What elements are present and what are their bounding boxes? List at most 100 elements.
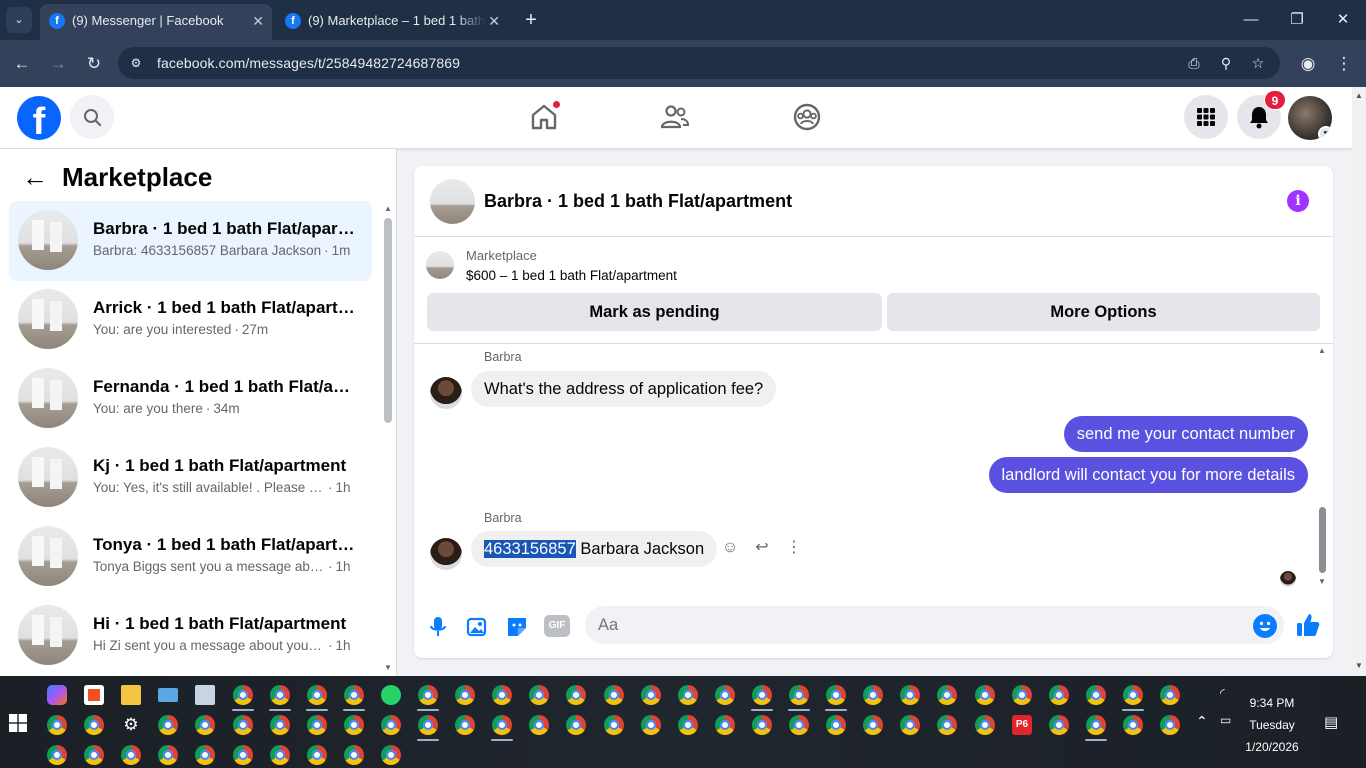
url-text[interactable]: facebook.com/messages/t/2584948272468786… bbox=[157, 47, 460, 79]
chrome-icon[interactable] bbox=[826, 715, 846, 735]
chrome-icon[interactable] bbox=[270, 745, 290, 765]
chrome-icon[interactable] bbox=[1086, 715, 1106, 735]
friends-icon[interactable] bbox=[659, 101, 691, 133]
chrome-icon[interactable] bbox=[47, 715, 67, 735]
whatsapp-icon[interactable] bbox=[381, 685, 401, 705]
new-tab-button[interactable]: + bbox=[520, 6, 542, 34]
back-arrow-icon[interactable]: ← bbox=[10, 52, 34, 76]
react-smiley-icon[interactable]: ☺ bbox=[719, 537, 741, 559]
chrome-icon[interactable] bbox=[863, 685, 883, 705]
browser-menu-icon[interactable]: ⋮ bbox=[1332, 52, 1356, 76]
chrome-icon[interactable] bbox=[715, 715, 735, 735]
notification-center-icon[interactable]: ▤ bbox=[1324, 713, 1338, 731]
chrome-icon[interactable] bbox=[678, 715, 698, 735]
chrome-icon[interactable] bbox=[270, 715, 290, 735]
account-avatar[interactable]: ▼ bbox=[1288, 96, 1332, 140]
tab-marketplace[interactable]: f (9) Marketplace – 1 bed 1 bath ✕ bbox=[276, 4, 508, 40]
incoming-message[interactable]: What's the address of application fee? bbox=[471, 371, 777, 407]
chrome-icon[interactable] bbox=[789, 715, 809, 735]
back-arrow-icon[interactable]: ← bbox=[22, 164, 48, 190]
conversation-item[interactable]: Kj · 1 bed 1 bath Flat/apartment You: Ye… bbox=[9, 438, 372, 518]
chrome-icon[interactable] bbox=[418, 685, 438, 705]
chrome-icon[interactable] bbox=[1049, 715, 1069, 735]
facebook-logo[interactable]: f bbox=[17, 96, 61, 140]
chrome-icon[interactable] bbox=[529, 715, 549, 735]
system-clock[interactable]: 9:34 PM Tuesday 1/20/2026 bbox=[1240, 692, 1304, 758]
chrome-icon[interactable] bbox=[121, 745, 141, 765]
chrome-icon[interactable] bbox=[1123, 715, 1143, 735]
scrollbar-thumb[interactable] bbox=[384, 218, 392, 423]
more-vertical-icon[interactable]: ⋮ bbox=[783, 537, 805, 559]
chrome-icon[interactable] bbox=[307, 685, 327, 705]
conversation-item[interactable]: Arrick · 1 bed 1 bath Flat/apartment You… bbox=[9, 280, 372, 360]
chrome-icon[interactable] bbox=[529, 685, 549, 705]
site-settings-icon[interactable]: ⚙ bbox=[128, 55, 144, 71]
chrome-icon[interactable] bbox=[1086, 685, 1106, 705]
conversation-item[interactable]: Hi · 1 bed 1 bath Flat/apartment Hi Zi s… bbox=[9, 596, 372, 676]
store-icon[interactable] bbox=[84, 685, 104, 705]
listing-thumbnail[interactable] bbox=[430, 179, 475, 224]
chrome-icon[interactable] bbox=[1160, 685, 1180, 705]
chrome-icon[interactable] bbox=[900, 715, 920, 735]
tab-close-icon[interactable]: ✕ bbox=[488, 4, 500, 38]
chrome-icon[interactable] bbox=[381, 745, 401, 765]
chrome-icon[interactable] bbox=[975, 715, 995, 735]
profile-icon[interactable]: ◉ bbox=[1296, 52, 1320, 76]
windows-start-icon[interactable] bbox=[9, 714, 27, 732]
forward-arrow-icon[interactable]: → bbox=[46, 52, 70, 76]
chrome-icon[interactable] bbox=[158, 715, 178, 735]
chrome-icon[interactable] bbox=[84, 715, 104, 735]
tab-search-chevron-icon[interactable]: ⌄ bbox=[6, 7, 32, 33]
zoom-icon[interactable]: ⚲ bbox=[1216, 53, 1236, 73]
chrome-icon[interactable] bbox=[789, 685, 809, 705]
chrome-icon[interactable] bbox=[1049, 685, 1069, 705]
listing-title[interactable]: $600 – 1 bed 1 bath Flat/apartment bbox=[466, 268, 677, 283]
incoming-message[interactable]: 4633156857 Barbara Jackson bbox=[471, 531, 718, 567]
photo-icon[interactable] bbox=[464, 614, 490, 640]
chrome-icon[interactable] bbox=[307, 715, 327, 735]
install-app-icon[interactable]: ⎙ bbox=[1184, 53, 1204, 73]
outgoing-message[interactable]: send me your contact number bbox=[1063, 416, 1308, 452]
tab-close-icon[interactable]: ✕ bbox=[252, 4, 264, 38]
thumbs-up-icon[interactable] bbox=[1294, 611, 1322, 639]
chrome-icon[interactable] bbox=[752, 685, 772, 705]
chrome-icon[interactable] bbox=[715, 685, 735, 705]
more-options-button[interactable]: More Options bbox=[887, 293, 1320, 331]
chrome-icon[interactable] bbox=[233, 715, 253, 735]
chrome-icon[interactable] bbox=[566, 685, 586, 705]
reload-icon[interactable]: ↻ bbox=[82, 52, 106, 76]
conversation-item[interactable]: Fernanda · 1 bed 1 bath Flat/apartment Y… bbox=[9, 359, 372, 439]
chrome-icon[interactable] bbox=[641, 685, 661, 705]
close-window-button[interactable]: ✕ bbox=[1329, 8, 1357, 32]
chrome-icon[interactable] bbox=[604, 685, 624, 705]
chrome-icon[interactable] bbox=[863, 715, 883, 735]
chrome-icon[interactable] bbox=[1160, 715, 1180, 735]
scroll-up-icon[interactable]: ▲ bbox=[383, 204, 393, 213]
conversation-item[interactable]: Barbra · 1 bed 1 bath Flat/apartment Bar… bbox=[9, 201, 372, 281]
chrome-icon[interactable] bbox=[937, 715, 957, 735]
scroll-down-icon[interactable]: ▼ bbox=[1318, 577, 1326, 586]
chrome-icon[interactable] bbox=[826, 685, 846, 705]
p6-app-icon[interactable]: P6 bbox=[1012, 715, 1032, 735]
chrome-icon[interactable] bbox=[270, 685, 290, 705]
chrome-icon[interactable] bbox=[47, 745, 67, 765]
chrome-icon[interactable] bbox=[344, 745, 364, 765]
sender-avatar[interactable] bbox=[430, 538, 462, 570]
keyboard-icon[interactable] bbox=[158, 688, 178, 702]
maximize-button[interactable]: ❐ bbox=[1283, 8, 1311, 32]
menu-button[interactable] bbox=[1184, 95, 1228, 139]
scroll-down-icon[interactable]: ▼ bbox=[1355, 661, 1363, 670]
chrome-icon[interactable] bbox=[233, 685, 253, 705]
reply-arrow-icon[interactable]: ↩ bbox=[751, 537, 773, 559]
bookmark-star-icon[interactable]: ☆ bbox=[1248, 53, 1268, 73]
chrome-icon[interactable] bbox=[344, 715, 364, 735]
chrome-icon[interactable] bbox=[233, 745, 253, 765]
page-scrollbar[interactable]: ▲ ▼ bbox=[1352, 87, 1366, 676]
copilot-icon[interactable] bbox=[47, 685, 67, 705]
sender-avatar[interactable] bbox=[430, 377, 462, 409]
chrome-icon[interactable] bbox=[158, 745, 178, 765]
info-icon[interactable]: i bbox=[1287, 190, 1309, 212]
notepad-icon[interactable] bbox=[195, 685, 215, 705]
sticker-icon[interactable] bbox=[504, 614, 530, 640]
chrome-icon[interactable] bbox=[975, 685, 995, 705]
